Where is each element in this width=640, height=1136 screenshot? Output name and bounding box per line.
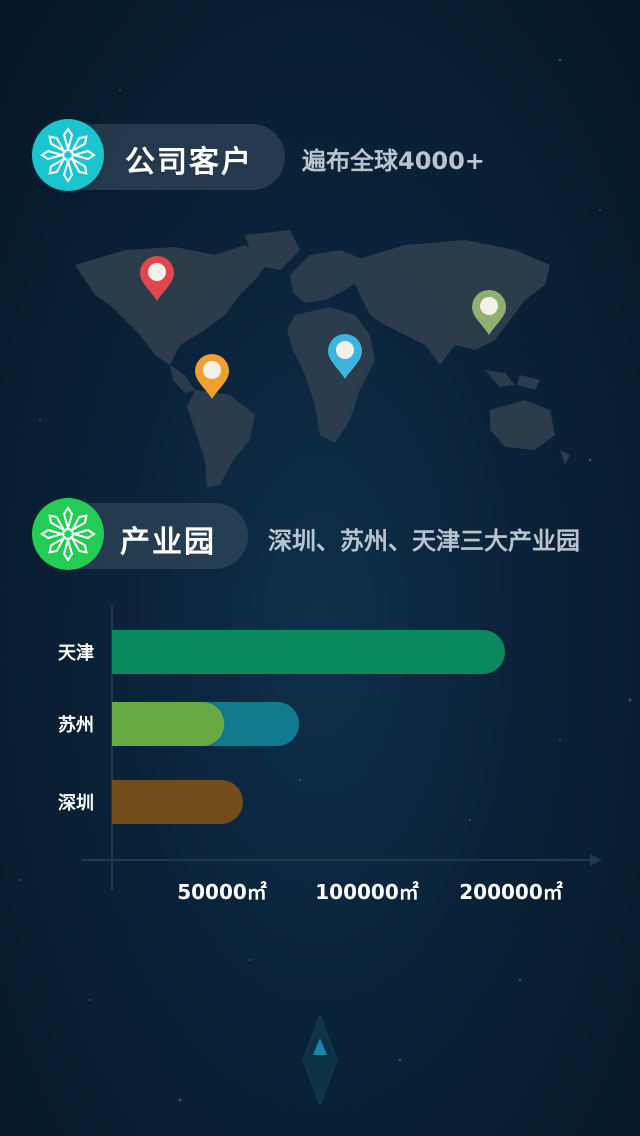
x-tick-label: 100000㎡ bbox=[315, 880, 419, 904]
industrial-park-bar-chart: 天津苏州深圳 50000㎡ 100000㎡ 200000㎡ bbox=[58, 605, 602, 904]
flower-icon bbox=[40, 127, 96, 183]
parks-title: 产业园 bbox=[120, 525, 216, 560]
parks-badge bbox=[32, 498, 104, 570]
category-label: 深圳 bbox=[58, 792, 94, 814]
category-label: 天津 bbox=[58, 642, 94, 664]
bar-苏州-overlay bbox=[112, 702, 225, 746]
x-axis-arrow bbox=[590, 854, 602, 866]
customers-title: 公司客户 bbox=[125, 145, 253, 180]
bar-深圳 bbox=[112, 780, 243, 824]
customers-subtitle: 遍布全球4000+ bbox=[302, 147, 485, 175]
bar-天津 bbox=[112, 630, 505, 674]
category-label: 苏州 bbox=[58, 714, 94, 736]
world-map bbox=[75, 230, 570, 487]
x-tick-label: 50000㎡ bbox=[177, 880, 267, 904]
x-tick-label: 200000㎡ bbox=[459, 880, 563, 904]
flower-icon bbox=[40, 506, 96, 562]
compass-icon bbox=[302, 1013, 338, 1107]
customers-badge bbox=[32, 119, 104, 191]
parks-subtitle: 深圳、苏州、天津三大产业园 bbox=[268, 527, 580, 555]
